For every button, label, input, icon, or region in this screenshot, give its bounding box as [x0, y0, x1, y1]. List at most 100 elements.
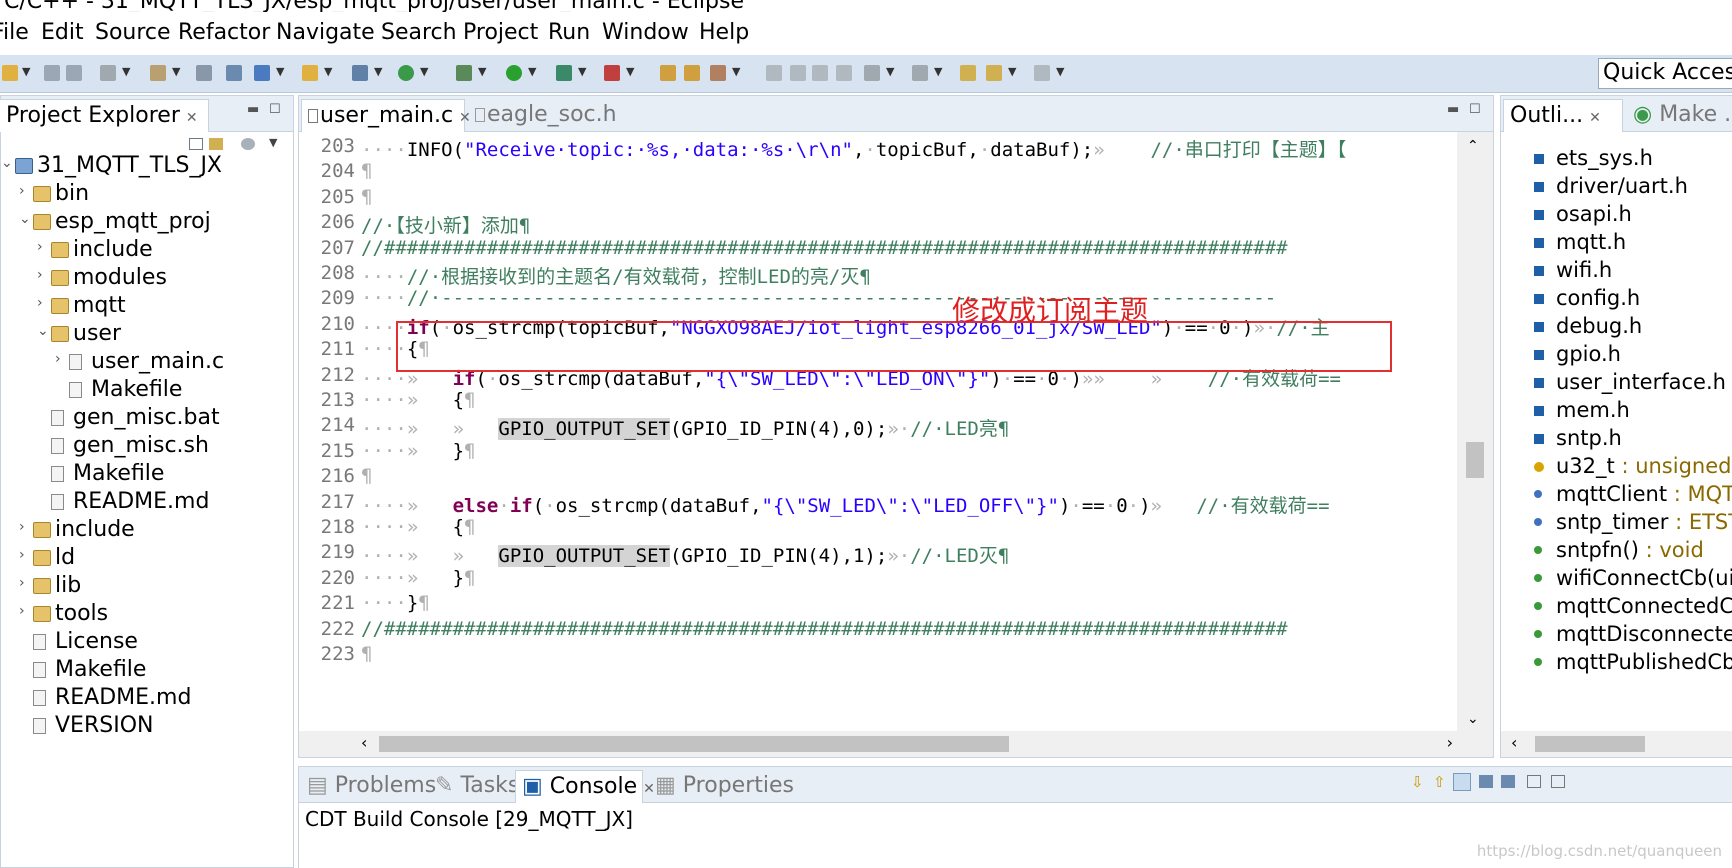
save-all-icon[interactable]: [66, 65, 82, 81]
chevron-right-icon[interactable]: ›: [37, 239, 43, 255]
annotation-icon[interactable]: [790, 65, 806, 81]
hammer-icon[interactable]: [150, 65, 166, 81]
scroll-down-icon[interactable]: ⌄: [1467, 711, 1479, 727]
chevron-right-icon[interactable]: ›: [37, 295, 43, 311]
horizontal-scrollbar[interactable]: ‹ ›: [299, 731, 1493, 757]
dropdown-arrow-icon[interactable]: ▼: [324, 65, 332, 78]
chevron-right-icon[interactable]: ›: [19, 547, 25, 563]
code-line[interactable]: 206 //·【技小新】添加¶: [299, 211, 1453, 237]
scroll-right-icon[interactable]: ›: [1447, 733, 1453, 752]
new-icon[interactable]: [2, 65, 18, 81]
debug-tool-icon[interactable]: [226, 65, 242, 81]
tab-outline[interactable]: Outli... ✕: [1503, 99, 1623, 132]
tab-make-targets[interactable]: ◉ Make ...: [1627, 99, 1732, 132]
dropdown-arrow-icon[interactable]: ▼: [420, 65, 428, 78]
dropdown-arrow-icon[interactable]: ▼: [269, 136, 277, 149]
chevron-down-icon[interactable]: ⌄: [37, 323, 49, 339]
close-icon[interactable]: ✕: [186, 110, 198, 126]
chevron-right-icon[interactable]: ›: [19, 575, 25, 591]
quick-access-input[interactable]: Quick Access: [1598, 58, 1732, 89]
code-line[interactable]: 217 ····» else·if(·os_strcmp(dataBuf,"{\"…: [299, 491, 1453, 517]
dropdown-arrow-icon[interactable]: ▼: [374, 65, 382, 78]
build-settings-icon[interactable]: [100, 65, 116, 81]
code-line[interactable]: 218 ····» {¶: [299, 516, 1453, 541]
scrollbar-thumb[interactable]: [1535, 736, 1645, 752]
maximize-icon[interactable]: ☐: [269, 102, 281, 117]
menu-window[interactable]: Window: [602, 20, 689, 45]
block-selection-icon[interactable]: [812, 65, 828, 81]
vertical-scrollbar[interactable]: ⌃ ⌄: [1457, 132, 1493, 731]
open-type-icon[interactable]: [660, 65, 676, 81]
chevron-right-icon[interactable]: ›: [19, 183, 25, 199]
tab-eagle-soc-h[interactable]: eagle_soc.h: [469, 99, 619, 132]
scroll-up-icon[interactable]: ⌃: [1467, 138, 1479, 154]
chevron-right-icon[interactable]: ›: [37, 267, 43, 283]
menu-search[interactable]: Search: [381, 20, 457, 45]
binary-icon[interactable]: [196, 65, 212, 81]
code-line[interactable]: 204 ¶: [299, 160, 1453, 185]
horizontal-scrollbar[interactable]: ‹: [1501, 731, 1732, 757]
dropdown-arrow-icon[interactable]: ▼: [122, 65, 130, 78]
tab-problems[interactable]: ▤ Problems: [301, 770, 436, 803]
search-icon[interactable]: [710, 65, 726, 81]
menu-refactor[interactable]: Refactor: [178, 20, 270, 45]
code-editor[interactable]: 203 ····INFO("Receive·topic:·%s,·data:·%s…: [299, 132, 1493, 731]
copy-icon[interactable]: [1479, 775, 1493, 788]
dropdown-arrow-icon[interactable]: ▼: [276, 65, 284, 78]
next-annotation-icon[interactable]: [864, 65, 880, 81]
dropdown-arrow-icon[interactable]: ▼: [1008, 65, 1016, 78]
code-line[interactable]: 216 ¶: [299, 465, 1453, 490]
new-file-icon[interactable]: [352, 65, 368, 81]
forward-icon[interactable]: [1034, 65, 1050, 81]
code-line[interactable]: 208 ····//·根据接收到的主题名/有效载荷，控制LED的亮/灭¶: [299, 262, 1453, 288]
close-icon[interactable]: ✕: [1589, 110, 1601, 126]
scrollbar-thumb[interactable]: [379, 736, 1009, 752]
bug-icon[interactable]: [456, 65, 472, 81]
code-line[interactable]: 223 ¶: [299, 643, 1453, 668]
dropdown-arrow-icon[interactable]: ▼: [22, 65, 30, 78]
tab-tasks[interactable]: ✎ Tasks: [429, 770, 519, 803]
run-icon[interactable]: [506, 65, 522, 81]
scroll-lock-icon[interactable]: ⇩: [1411, 773, 1424, 791]
chevron-right-icon[interactable]: ›: [55, 351, 61, 367]
code-line[interactable]: 221 ····}¶: [299, 592, 1453, 617]
scrollbar-thumb[interactable]: [1466, 442, 1484, 478]
view-menu-icon[interactable]: [241, 138, 255, 150]
chevron-down-icon[interactable]: ⌄: [1, 155, 13, 171]
menu-navigate[interactable]: Navigate: [276, 20, 375, 45]
menu-help[interactable]: Help: [699, 20, 749, 45]
code-line[interactable]: 214 ····» » GPIO_OUTPUT_SET(GPIO_ID_PIN(4…: [299, 414, 1453, 441]
chevron-down-icon[interactable]: ⌄: [19, 211, 31, 227]
code-line[interactable]: 215 ····» }¶: [299, 440, 1453, 465]
open-folder-icon[interactable]: [302, 65, 318, 81]
dropdown-arrow-icon[interactable]: ▼: [886, 65, 894, 78]
dropdown-arrow-icon[interactable]: ▼: [934, 65, 942, 78]
open-element-icon[interactable]: [684, 65, 700, 81]
show-error-icon[interactable]: ⇧: [1433, 773, 1446, 791]
collapse-all-icon[interactable]: [189, 138, 203, 150]
scroll-left-icon[interactable]: ‹: [1511, 733, 1517, 752]
refresh-icon[interactable]: [398, 65, 414, 81]
dropdown-arrow-icon[interactable]: ▼: [528, 65, 536, 78]
dropdown-arrow-icon[interactable]: ▼: [478, 65, 486, 78]
clear-console-icon[interactable]: [1527, 775, 1541, 788]
maximize-icon[interactable]: ☐: [1469, 102, 1481, 117]
menu-file[interactable]: File: [0, 20, 29, 45]
dropdown-arrow-icon[interactable]: ▼: [732, 65, 740, 78]
tab-project-explorer[interactable]: Project Explorer ✕: [0, 99, 209, 132]
minimize-icon[interactable]: ▬: [1447, 102, 1459, 117]
profile-icon[interactable]: [604, 65, 620, 81]
menu-edit[interactable]: Edit: [41, 20, 84, 45]
dropdown-arrow-icon[interactable]: ▼: [578, 65, 586, 78]
link-editor-icon[interactable]: [209, 138, 223, 150]
last-edit-icon[interactable]: [960, 65, 976, 81]
tab-properties[interactable]: ▦ Properties: [649, 770, 794, 803]
tab-user-main-c[interactable]: user_main.c ✕: [301, 99, 471, 132]
tab-console[interactable]: ▣ Console ✕: [515, 770, 655, 803]
code-line[interactable]: 219 ····» » GPIO_OUTPUT_SET(GPIO_ID_PIN(4…: [299, 541, 1453, 568]
scroll-left-icon[interactable]: ‹: [361, 733, 367, 752]
code-line[interactable]: 203 ····INFO("Receive·topic:·%s,·data:·%s…: [299, 135, 1453, 161]
code-line[interactable]: 213 ····» {¶: [299, 389, 1453, 414]
show-whitespace-icon[interactable]: [836, 65, 852, 81]
pin-console-icon[interactable]: [1453, 773, 1471, 791]
